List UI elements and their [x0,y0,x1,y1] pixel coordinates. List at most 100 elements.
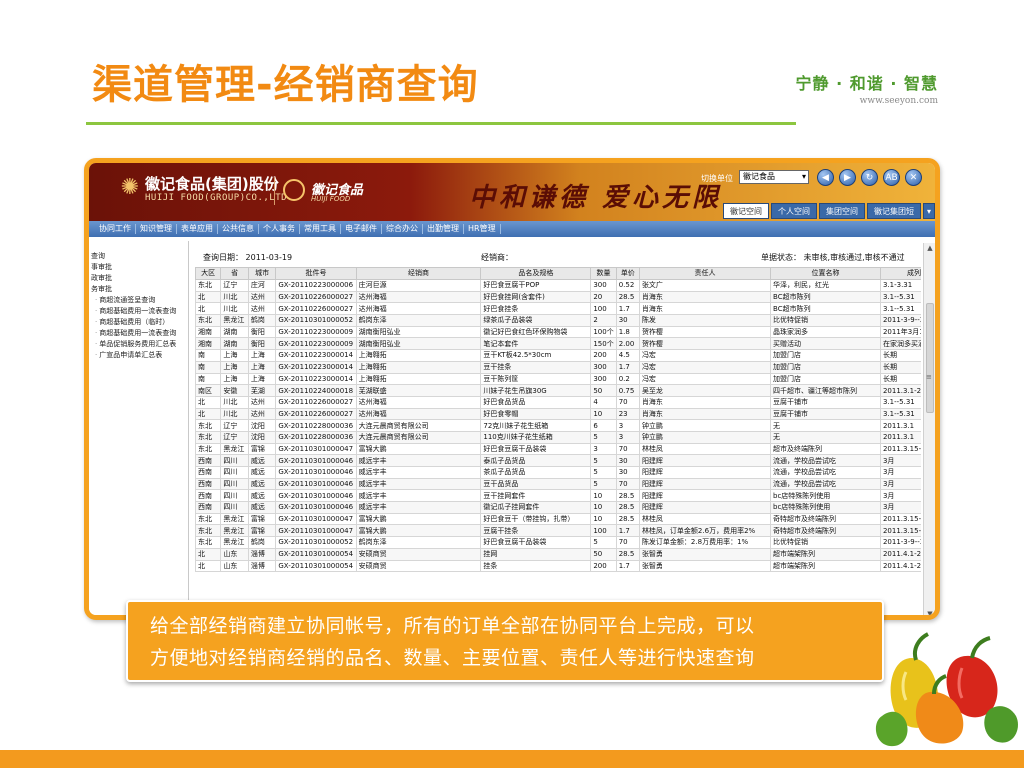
table-row[interactable]: 西南 四川 威远 GX-20110301000046 威远宇丰 徽记瓜子挂网套件 10 28.… [195,501,921,514]
menu-tools[interactable]: 常用工具 [300,224,341,234]
table-row[interactable]: 北山东 淄博 GX-20110301000054 安硕商贸 挂网 50 28.5 张智勇 超市端… [195,547,921,561]
table-cell: 0.2 [615,372,640,386]
table-cell: 钟立鹏 [638,419,772,432]
table-cell: GX-20110223000009 [275,337,357,351]
table-cell: 70 [615,536,640,549]
scrollbar-thumb[interactable] [926,303,934,413]
table-row[interactable]: 湘南 湖南 衡阳 GX-20110223000009 湖南衡阳弘业 笔记本套件 150个 2.… [195,337,921,351]
table-row[interactable]: 东北 辽宁 沈阳 GX-20110228000036 大连元晨商贸有限公司 72克川妹子花… [195,419,921,432]
column-header[interactable]: 成列时 [879,267,921,280]
sidebar-item[interactable]: 广宣品申请单汇总表 [89,350,188,361]
menu-knowledge[interactable]: 知识管理 [136,224,177,234]
table-cell: 华泽，利民，红光 [770,279,881,292]
table-cell: 山东 [220,559,249,573]
table-row[interactable]: 北山东 淄博 GX-20110301000054 安硕商贸 挂条 200 1.7 张智勇 超市端… [195,559,921,573]
table-cell: 上海翱拓 [355,372,482,386]
refresh-icon[interactable]: ↻ [861,169,878,186]
menu-personal[interactable]: 个人事务 [259,224,300,234]
switch-unit-select[interactable]: 徽记食品 [739,170,809,184]
table-cell: 威远宇丰 [355,489,482,503]
table-cell: 辽宁 [220,279,249,292]
tab-huiji-space[interactable]: 徽记空间 [723,203,769,219]
space-tabs: 徽记空间 个人空间 集团空间 徽记集团短 ▾ [723,203,935,219]
table-row[interactable]: 南上海 上海 GX-20110223000014 上海翱拓 豆干陈列筐 300 0.2 冯宏加… [195,372,921,386]
chevron-down-icon[interactable]: ▾ [923,203,935,219]
sidebar-item[interactable]: 商超流通签呈查询 [89,295,188,306]
menu-office[interactable]: 综合办公 [382,224,423,234]
menu-email[interactable]: 电子邮件 [341,224,382,234]
column-header[interactable]: 经销商 [355,267,482,280]
table-cell: 3月 [879,477,921,491]
table-cell: 鹤岗 [247,536,277,549]
table-row[interactable]: 西南 四川 威远 GX-20110301000046 威远宇丰 茶瓜子品货品 5 30 阳建辉流… [195,466,921,479]
table-row[interactable]: 东北 黑龙江 富锦 GX-20110301000047 富锦大鹏 好巴食豆腐干品装袋 3 70… [195,442,921,456]
table-row[interactable]: 南区 安徽 芜湖 GX-20110224000018 芜湖联盛 川妹子花生吊旗30G 50 0… [195,384,921,397]
column-header[interactable]: 位置名称 [770,267,881,280]
table-cell: 淄博 [247,559,277,573]
table-row[interactable]: 北川北 达州 GX-20110226000027 达州海福 好巴食零帽 10 23 肖海东 豆腐… [195,407,921,421]
menu-forms[interactable]: 表单应用 [177,224,218,234]
table-cell: 东北 [195,430,222,444]
sidebar-item[interactable]: 查询 [89,251,188,262]
scroll-up-icon[interactable]: ▲ [924,243,935,253]
table-cell: 肖海东 [638,290,772,304]
column-header[interactable]: 单价 [615,267,640,280]
table-cell: 28.5 [615,290,640,304]
sidebar-item[interactable]: 事审批 [89,262,188,273]
sidebar-item[interactable]: 商超基础费用一流表查询 [89,328,188,339]
column-header[interactable]: 大区 [195,267,222,280]
table-cell: 比优特促销 [770,536,881,549]
column-header[interactable]: 品名及规格 [480,267,592,280]
table-cell: 川北 [220,302,249,316]
table-cell: 辽宁 [220,419,249,432]
table-row[interactable]: 东北 黑龙江 富锦 GX-20110301000047 富锦大鹏 豆腐干挂条 100 1.7 林… [195,524,921,538]
column-header[interactable]: 省 [220,267,249,280]
column-header[interactable]: 责任人 [638,267,772,280]
menu-collab-work[interactable]: 协同工作 [95,224,136,234]
table-row[interactable]: 西南 四川 威远 GX-20110301000046 威远宇丰 豆干挂网套件 10 28.5 阳… [195,489,921,503]
forward-icon[interactable]: ▶ [839,169,856,186]
table-cell: 西南 [195,477,222,491]
vertical-scrollbar[interactable]: ▲ ≡ ▼ [923,243,935,615]
table-row[interactable]: 东北 黑龙江 富锦 GX-20110301000047 富锦大鹏 好巴食豆干（带挂钩，扎带… [195,512,921,526]
table-cell: 好巴食豆腐干品装袋 [480,536,592,549]
table-row[interactable]: 东北 辽宁 庄河 GX-20110223000006 庄河巨源 好巴食豆腐干POP 300 0… [195,279,921,292]
table-cell: 流通，学校品尝试吃 [770,477,881,491]
column-header[interactable]: 城市 [247,267,277,280]
sidebar-item[interactable]: 商超基础费用一流表查询 [89,306,188,317]
table-row[interactable]: 北川北 达州 GX-20110226000027 达州海福 好巴食挂网(含套件) 20 28… [195,290,921,304]
table-cell: 贺祚樱 [638,325,772,339]
sidebar-item[interactable]: 商超基础费用（临时） [89,317,188,328]
table-row[interactable]: 南上海 上海 GX-20110223000014 上海翱拓 豆干KT板42.5*30cm… [195,349,921,362]
table-cell: 阳建辉 [638,454,772,467]
close-icon[interactable]: ✕ [905,169,922,186]
menu-hr[interactable]: HR管理 [464,224,501,234]
table-cell: 林桂凤，订单金额2.6万，费用率2% [638,524,772,538]
back-icon[interactable]: ◀ [817,169,834,186]
table-row[interactable]: 湘南 湖南 衡阳 GX-20110223000009 湖南衡阳弘业 徽记好巴食红色环保购物… [195,325,921,339]
table-cell: 上海 [247,360,277,374]
menu-public-info[interactable]: 公共信息 [218,224,259,234]
table-row[interactable]: 东北 黑龙江 鹤岗 GX-20110301000052 鹤岗东泽 好巴食豆腐干品装袋 5 70… [195,536,921,549]
table-row[interactable]: 西南 四川 威远 GX-20110301000046 威远宇丰 泰瓜子品货品 5 30 阳建辉流… [195,454,921,467]
table-row[interactable]: 西南 四川 威远 GX-20110301000046 威远宇丰 豆干品货品 5 70 阳建辉 流通… [195,477,921,491]
sidebar-item[interactable]: 务审批 [89,284,188,295]
table-row[interactable]: 南上海 上海 GX-20110223000014 上海翱拓 豆干挂条 300 1.7 冯宏 加盟… [195,360,921,374]
tab-personal-space[interactable]: 个人空间 [771,203,817,219]
table-cell: 挂条 [480,559,592,573]
table-row[interactable]: 东北 辽宁 沈阳 GX-20110228000036 大连元晨商贸有限公司 110克川妹子… [195,430,921,444]
sidebar-item[interactable]: 政审批 [89,273,188,284]
table-cell: 豆干KT板42.5*30cm [480,349,592,362]
column-header[interactable]: 数量 [590,267,617,280]
column-header[interactable]: 批件号 [275,267,357,280]
tab-huiji-group[interactable]: 徽记集团短 [867,203,921,219]
table-row[interactable]: 北川北 达州 GX-20110226000027 达州海福 好巴食品货品 4 70 肖海东 豆腐… [195,395,921,409]
query-date: 查询日期： 2011-03-19 [203,253,293,262]
table-row[interactable]: 东北 黑龙江 鹤岗 GX-20110301000052 鹤岗东泽 绿茶瓜子品装袋 2 30 陈发… [195,314,921,327]
ab-icon[interactable]: AB [883,169,900,186]
tab-group-space[interactable]: 集团空间 [819,203,865,219]
table-row[interactable]: 北川北 达州 GX-20110226000027 达州海福 好巴食挂条 100 1.7 肖海东… [195,302,921,316]
table-cell: 上海 [247,349,277,362]
menu-attendance[interactable]: 出勤管理 [423,224,464,234]
sidebar-item[interactable]: 单品促销服务费用汇总表 [89,339,188,350]
